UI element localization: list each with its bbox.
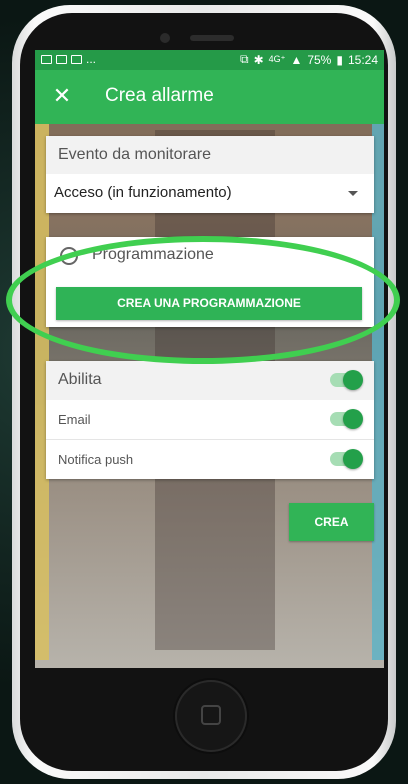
earpiece-speaker <box>190 35 234 41</box>
push-label: Notifica push <box>58 452 134 467</box>
status-bar: ... ⧉ ✱ 4G⁺ ▲ 75% ▮ 15:24 <box>35 50 384 70</box>
toggle-knob <box>343 370 363 390</box>
toggle-knob <box>343 409 363 429</box>
home-square-icon <box>201 705 221 725</box>
enable-toggle[interactable] <box>330 370 363 390</box>
home-button[interactable] <box>175 680 247 752</box>
battery-percent: 75% <box>307 52 332 67</box>
email-row: Email <box>46 400 374 440</box>
video-icon <box>56 54 67 64</box>
cast-icon: ⧉ <box>240 52 249 66</box>
event-label: Evento da monitorare <box>58 146 211 163</box>
enable-card: Abilita Email Notifica push <box>46 361 374 479</box>
close-icon[interactable]: ✕ <box>49 83 75 109</box>
enable-label: Abilita <box>58 371 102 388</box>
status-more: ... <box>86 52 97 66</box>
create-button[interactable]: CREA <box>289 503 374 541</box>
highlight-ellipse <box>6 236 400 364</box>
toggle-knob <box>343 449 363 469</box>
event-select[interactable]: Acceso (in funzionamento) <box>54 184 232 201</box>
front-camera <box>160 33 170 43</box>
signal-icon: ▲ <box>290 52 303 67</box>
message-icon <box>41 54 52 64</box>
page-title: Crea allarme <box>105 85 214 106</box>
event-card: Evento da monitorare Acceso (in funziona… <box>46 136 374 213</box>
push-toggle[interactable] <box>330 449 363 469</box>
event-card-header: Evento da monitorare <box>46 136 374 174</box>
app-bar: ✕ Crea allarme <box>35 70 384 124</box>
battery-icon: ▮ <box>336 52 343 67</box>
push-row: Notifica push <box>46 440 374 479</box>
clock: 15:24 <box>347 52 378 67</box>
email-label: Email <box>58 412 91 427</box>
bluetooth-icon: ✱ <box>253 52 264 67</box>
network-indicator: 4G⁺ <box>268 54 286 64</box>
chevron-down-icon[interactable] <box>348 191 358 196</box>
enable-row: Abilita <box>46 361 374 400</box>
image-icon <box>71 54 82 64</box>
email-toggle[interactable] <box>330 409 363 429</box>
